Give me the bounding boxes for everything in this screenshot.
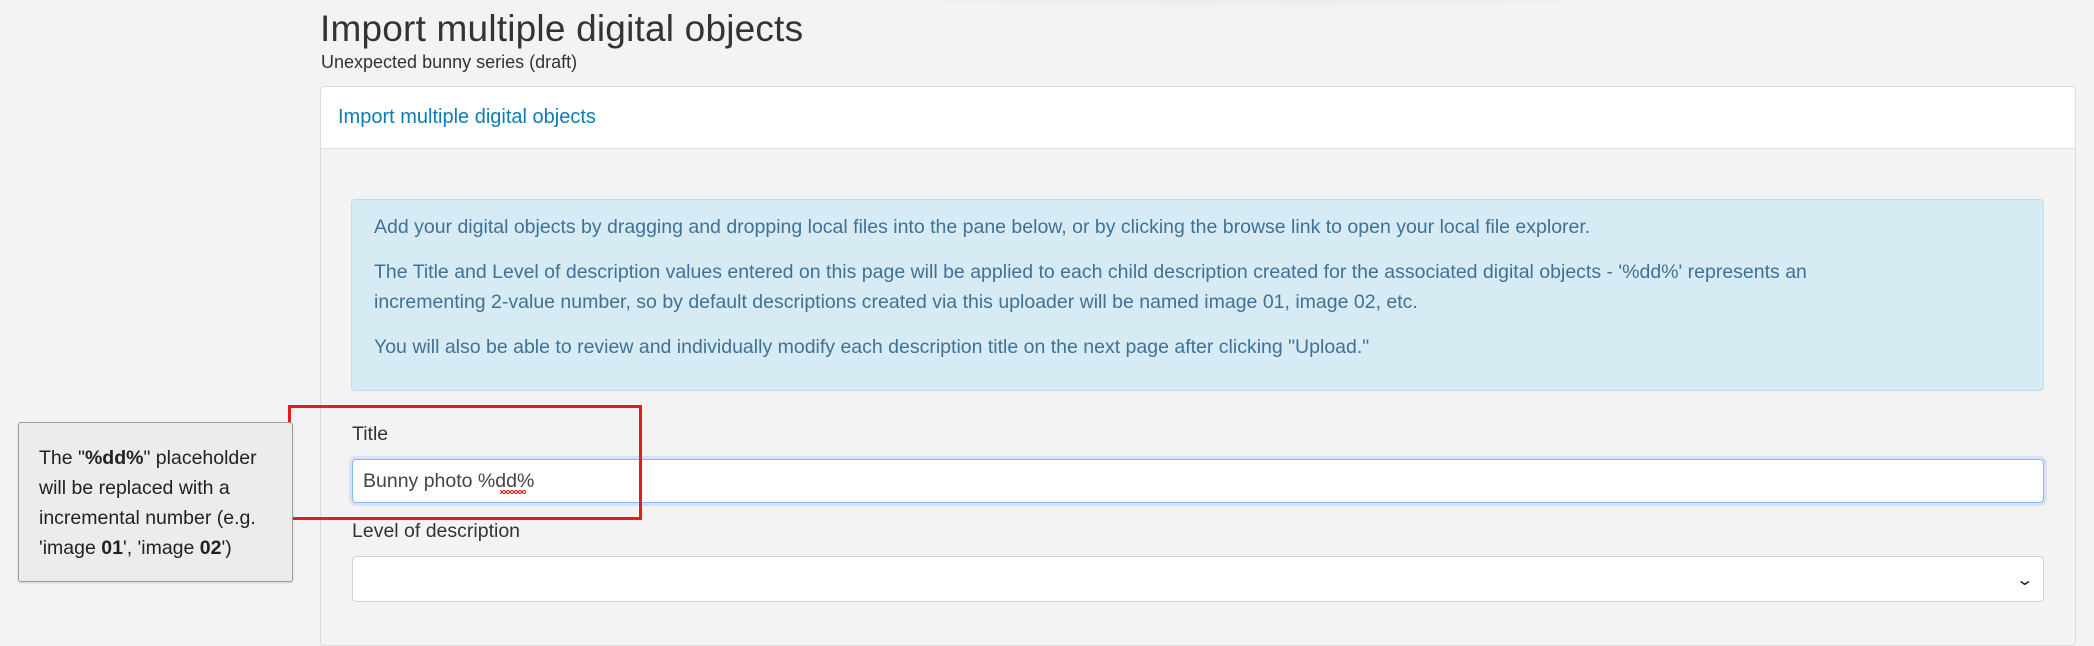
page-subtitle: Unexpected bunny series (draft) <box>321 52 578 72</box>
page-title: Import multiple digital objects <box>320 8 804 49</box>
callout-text: The " <box>39 447 85 469</box>
info-alert: Add your digital objects by dragging and… <box>351 199 2044 391</box>
info-paragraph-2-line-1: The Title and Level of description value… <box>374 261 1807 283</box>
info-paragraph-2: The Title and Level of description value… <box>374 257 2021 317</box>
info-paragraph-3: You will also be able to review and indi… <box>374 336 1370 358</box>
import-header-link[interactable]: Import multiple digital objects <box>338 106 596 129</box>
callout-text: ', 'image <box>122 537 200 559</box>
callout-text: ') <box>221 537 232 559</box>
placeholder-callout: The "%dd%" placeholder will be replaced … <box>18 422 293 582</box>
panel-header: Import multiple digital objects <box>321 87 2075 149</box>
callout-placeholder-token: %dd% <box>84 447 144 469</box>
info-paragraph-1: Add your digital objects by dragging and… <box>374 216 1591 238</box>
info-paragraph-2-line-2: incrementing 2-value number, so by defau… <box>374 291 1418 313</box>
callout-example-01: 01 <box>101 537 123 559</box>
top-shadow <box>700 0 1800 10</box>
level-of-description-select[interactable]: ⌄ <box>352 556 2044 602</box>
chevron-down-icon: ⌄ <box>2014 572 2034 589</box>
title-highlight-box <box>288 405 642 520</box>
callout-example-02: 02 <box>199 537 222 559</box>
level-of-description-label: Level of description <box>352 520 521 542</box>
